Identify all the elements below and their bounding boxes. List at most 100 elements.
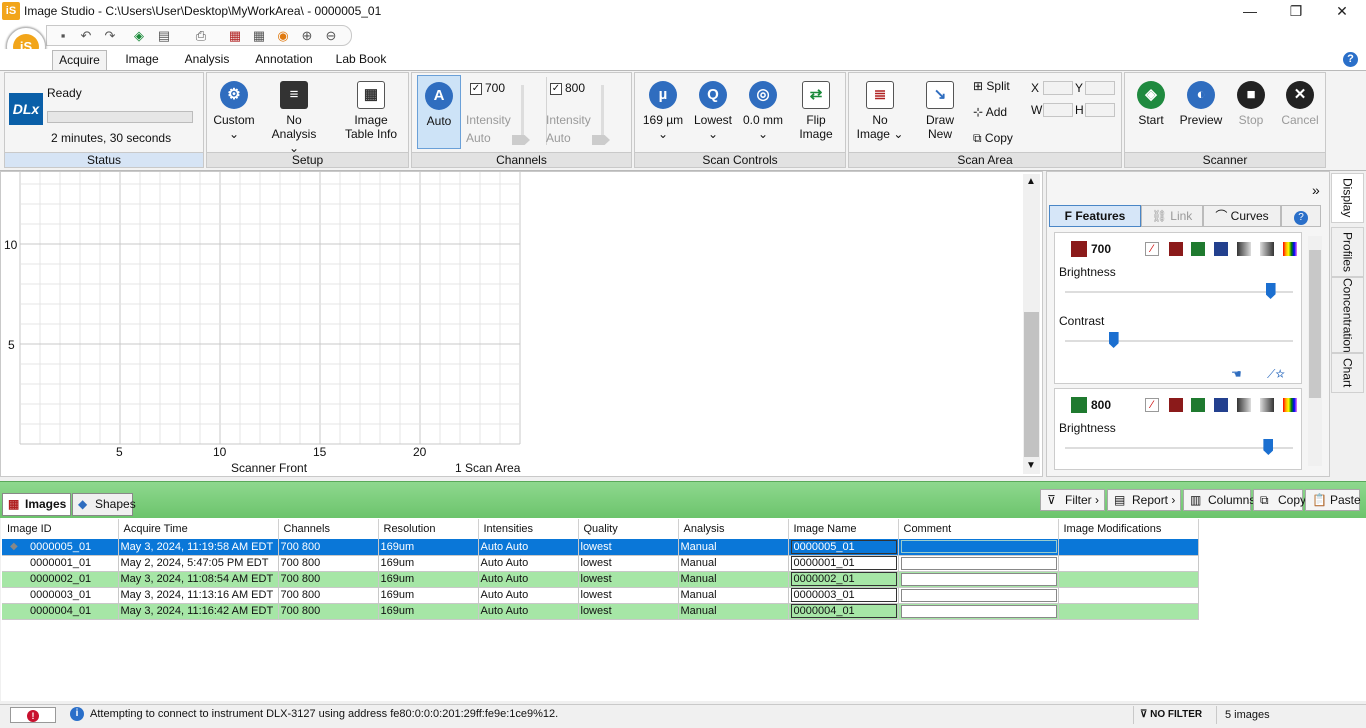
image-name-field[interactable]: 0000001_01 bbox=[790, 556, 897, 570]
table-cell[interactable] bbox=[898, 555, 1059, 572]
intensity-800-slider[interactable] bbox=[601, 85, 604, 135]
table-cell[interactable]: Auto Auto bbox=[478, 587, 579, 604]
table-cell[interactable]: Auto Auto bbox=[478, 539, 579, 556]
magic-wand-icon[interactable]: ⟋☆ bbox=[1267, 367, 1285, 382]
h-input[interactable] bbox=[1085, 103, 1115, 117]
table-cell[interactable]: lowest bbox=[578, 571, 679, 588]
maximize-button[interactable]: ❐ bbox=[1273, 0, 1319, 23]
contrast-700-slider[interactable] bbox=[1065, 332, 1293, 348]
scroll-down-icon[interactable]: ▼ bbox=[1026, 460, 1036, 471]
table-cell[interactable] bbox=[1058, 587, 1199, 604]
tab-curves[interactable]: ⌒ Curves bbox=[1203, 205, 1281, 227]
table-cell[interactable]: Manual bbox=[678, 571, 789, 588]
table-cell[interactable]: May 3, 2024, 11:13:16 AM EDT bbox=[118, 587, 279, 604]
table-cell[interactable]: 169um bbox=[378, 555, 479, 572]
vtab-concentration[interactable]: Concentration bbox=[1331, 277, 1364, 353]
table-cell[interactable] bbox=[1058, 555, 1199, 572]
grid-icon[interactable]: ▦ bbox=[250, 28, 268, 44]
table-cell[interactable]: 169um bbox=[378, 539, 479, 556]
collapse-panel-icon[interactable]: » bbox=[1312, 182, 1320, 198]
blue-swatch[interactable] bbox=[1214, 242, 1228, 256]
gray-swatch[interactable] bbox=[1237, 242, 1251, 256]
preview-button[interactable]: ◐ Preview bbox=[1177, 81, 1225, 127]
image-name-field[interactable]: 0000004_01 bbox=[790, 604, 897, 618]
intensity-700-handle[interactable] bbox=[512, 135, 530, 145]
resolution-dropdown[interactable]: µ 169 µm ⌄ bbox=[639, 81, 687, 141]
table-cell[interactable]: 700 800 bbox=[278, 555, 379, 572]
comment-field[interactable] bbox=[900, 572, 1057, 586]
table-cell[interactable]: 0000005_01 bbox=[788, 539, 899, 556]
tab-features[interactable]: F Features bbox=[1049, 205, 1141, 227]
table-cell[interactable]: 700 800 bbox=[278, 571, 379, 588]
split-button[interactable]: ⊞ Split bbox=[973, 79, 1010, 93]
tab-annotation[interactable]: Annotation bbox=[250, 50, 318, 70]
table-cell[interactable]: 0000002_01 bbox=[788, 571, 899, 588]
image-name-field[interactable]: 0000003_01 bbox=[790, 588, 897, 602]
table-cell[interactable]: May 3, 2024, 11:16:42 AM EDT bbox=[118, 603, 279, 620]
save-icon[interactable]: ▪ bbox=[54, 28, 72, 43]
table-cell[interactable]: 0000001_01 bbox=[2, 555, 119, 572]
table-cell[interactable]: Manual bbox=[678, 587, 789, 604]
tab-lab-book[interactable]: Lab Book bbox=[332, 50, 390, 70]
tab-shapes[interactable]: ◆ Shapes bbox=[72, 493, 136, 516]
zoom-in-icon[interactable]: ⊕ bbox=[298, 28, 316, 44]
no-image-dropdown[interactable]: ≣ No Image ⌄ bbox=[855, 81, 905, 141]
table-cell[interactable]: Auto Auto bbox=[478, 555, 579, 572]
tab-acquire[interactable]: Acquire bbox=[52, 50, 107, 70]
scroll-up-icon[interactable]: ▲ bbox=[1026, 176, 1036, 187]
focus-offset-dropdown[interactable]: ◎ 0.0 mm ⌄ bbox=[739, 81, 787, 141]
column-header[interactable]: Image Name bbox=[788, 519, 899, 539]
image-name-field[interactable]: 0000005_01 bbox=[790, 539, 897, 554]
table-cell[interactable]: Auto Auto bbox=[478, 603, 579, 620]
table-cell[interactable]: Manual bbox=[678, 539, 789, 556]
panel-help-button[interactable]: ? bbox=[1281, 205, 1321, 227]
analysis-button[interactable]: ≡ No Analysis ⌄ bbox=[265, 81, 323, 155]
stop-button[interactable]: ■ Stop bbox=[1229, 81, 1273, 127]
brightness-800-slider[interactable] bbox=[1065, 439, 1293, 455]
column-header[interactable]: Intensities bbox=[478, 519, 579, 539]
column-header[interactable]: Image Modifications bbox=[1058, 519, 1199, 539]
table-cell[interactable]: May 3, 2024, 11:08:54 AM EDT bbox=[118, 571, 279, 588]
channel-800-color-swatch[interactable] bbox=[1071, 397, 1087, 413]
vtab-profiles[interactable]: Profiles bbox=[1331, 227, 1364, 277]
table-cell[interactable]: May 3, 2024, 11:19:58 AM EDT bbox=[118, 539, 279, 556]
scrollbar-thumb[interactable] bbox=[1024, 312, 1039, 457]
undo-icon[interactable]: ↶ bbox=[77, 28, 95, 44]
print-icon[interactable]: ⎙ bbox=[192, 28, 210, 44]
channel-700-color-swatch[interactable] bbox=[1071, 241, 1087, 257]
table-cell[interactable] bbox=[1058, 571, 1199, 588]
redo-icon[interactable]: ↷ bbox=[101, 28, 119, 44]
cancel-button[interactable]: ✕ Cancel bbox=[1277, 81, 1323, 127]
column-header[interactable]: Resolution bbox=[378, 519, 479, 539]
red-swatch[interactable] bbox=[1169, 242, 1183, 256]
table-cell[interactable]: 0000003_01 bbox=[788, 587, 899, 604]
inverted-gray-swatch[interactable] bbox=[1260, 398, 1274, 412]
comment-field[interactable] bbox=[900, 556, 1057, 570]
tab-images[interactable]: ▦ Images bbox=[2, 493, 71, 516]
column-header[interactable]: Acquire Time bbox=[118, 519, 279, 539]
zoom-out-icon[interactable]: ⊖ bbox=[322, 28, 340, 44]
table-cell[interactable]: 700 800 bbox=[278, 539, 379, 556]
brightness-700-thumb[interactable] bbox=[1265, 283, 1276, 299]
gray-swatch[interactable] bbox=[1237, 398, 1251, 412]
copy-table-button[interactable]: ⧉ Copy bbox=[1253, 489, 1306, 511]
close-button[interactable]: ✕ bbox=[1319, 0, 1365, 23]
column-header[interactable]: Channels bbox=[278, 519, 379, 539]
columns-button[interactable]: ▥ Columns bbox=[1183, 489, 1255, 511]
panel-scrollbar-thumb[interactable] bbox=[1309, 250, 1321, 398]
flip-image-button[interactable]: ⇄ Flip Image bbox=[793, 81, 839, 141]
table-cell[interactable] bbox=[1058, 539, 1199, 556]
report-icon[interactable]: ▦ bbox=[226, 28, 244, 44]
table-row[interactable]: 0000005_01 ◆ May 3, 2024, 11:19:58 AM EDT 7… bbox=[2, 539, 1199, 556]
table-cell[interactable]: 169um bbox=[378, 571, 479, 588]
image-table-info-button[interactable]: ▦ Image Table Info bbox=[339, 81, 403, 141]
table-cell[interactable]: 0000005_01 ◆ bbox=[2, 539, 119, 556]
w-input[interactable] bbox=[1043, 103, 1073, 117]
table-cell[interactable]: 0000003_01 bbox=[2, 587, 119, 604]
minimize-button[interactable]: — bbox=[1227, 0, 1273, 23]
draw-new-button[interactable]: ↘ Draw New bbox=[915, 81, 965, 141]
help-icon[interactable]: ? bbox=[1343, 52, 1358, 67]
comment-field[interactable] bbox=[900, 588, 1057, 602]
table-cell[interactable]: 169um bbox=[378, 587, 479, 604]
table-cell[interactable]: Manual bbox=[678, 603, 789, 620]
